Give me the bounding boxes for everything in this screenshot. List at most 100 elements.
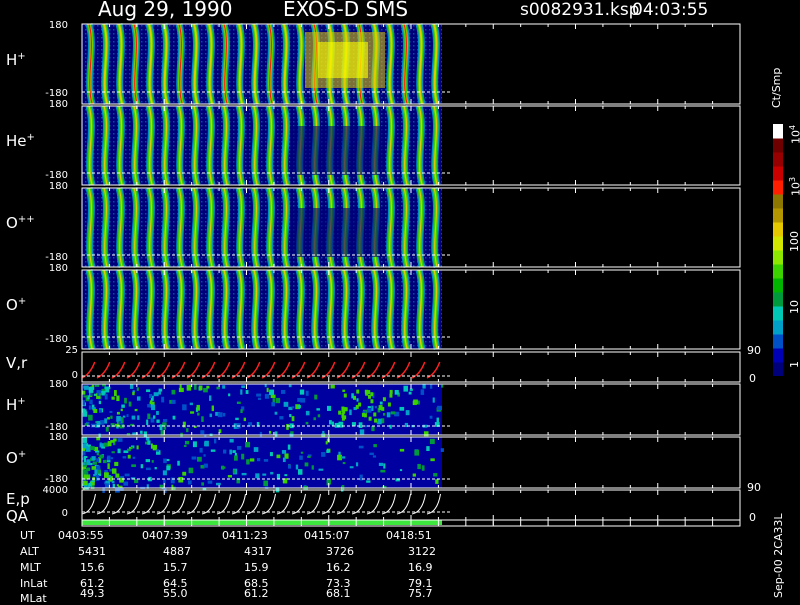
count-cell (378, 462, 384, 466)
tick-p7-top: 180 (48, 432, 68, 443)
count-cell (262, 473, 267, 476)
count-cell (111, 480, 115, 484)
count-cell (216, 386, 220, 390)
energy-trace (126, 493, 141, 515)
count-cell (426, 446, 430, 451)
count-cell (151, 460, 154, 463)
count-cell (297, 397, 303, 402)
count-cell (182, 471, 187, 476)
count-cell (105, 483, 109, 488)
count-cell (287, 444, 291, 450)
count-cell (82, 462, 85, 465)
colorbar-swatch (773, 236, 783, 251)
count-cell (194, 384, 197, 390)
count-cell (314, 394, 318, 400)
tick-p3-bot: -180 (45, 252, 68, 263)
count-cell (203, 463, 208, 468)
count-cell (199, 447, 203, 453)
count-cell (274, 411, 278, 415)
panel-label-qa: QA (6, 507, 29, 525)
count-cell (236, 401, 241, 404)
count-cell (129, 384, 134, 389)
count-cell (110, 457, 114, 460)
count-cell (107, 455, 111, 461)
count-cell (179, 384, 182, 389)
count-cell (203, 388, 208, 393)
count-cell (257, 397, 261, 400)
count-cell (399, 469, 403, 472)
count-cell (325, 441, 328, 445)
ephem-mlt-3: 16.2 (326, 561, 351, 574)
colorbar-label-10: 10 (788, 300, 800, 314)
title-file: s0082931.ksp (520, 0, 640, 20)
count-cell (170, 477, 175, 484)
energy-trace (141, 493, 156, 515)
count-cell (394, 389, 399, 395)
count-cell (349, 466, 354, 469)
ephem-ut-1: 0407:39 (142, 529, 188, 542)
tick-p8-top: 4000 (42, 485, 68, 496)
count-cell (110, 423, 115, 428)
count-cell (111, 468, 117, 474)
count-cell (263, 459, 269, 462)
count-cell (128, 401, 132, 407)
count-cell (116, 411, 120, 415)
count-cell (156, 410, 159, 415)
panel-label-ep: E,p (6, 490, 30, 508)
count-cell (116, 395, 120, 402)
count-cell (249, 458, 255, 462)
count-cell (389, 389, 393, 394)
count-cell (295, 464, 299, 470)
count-cell (134, 479, 139, 484)
count-cell (222, 412, 226, 417)
count-cell (313, 417, 316, 421)
count-cell (237, 445, 242, 450)
count-cell (232, 469, 236, 474)
count-cell (369, 452, 374, 456)
count-cell (216, 482, 221, 486)
ephem-alt-name: ALT (20, 545, 39, 558)
count-cell (94, 469, 98, 476)
count-cell (163, 458, 167, 464)
count-cell (356, 389, 360, 394)
count-cell (147, 440, 151, 445)
ephem-mlat-1: 55.0 (163, 587, 188, 600)
count-cell (366, 408, 372, 413)
ephem-ut-4: 0418:51 (386, 529, 432, 542)
count-cell (140, 430, 143, 434)
ephem-mlt-1: 15.7 (163, 561, 188, 574)
energy-trace (381, 493, 396, 515)
ephem-ut-3: 0415:07 (304, 529, 350, 542)
count-cell (166, 465, 171, 471)
count-cell (366, 480, 371, 483)
count-cell (96, 453, 100, 456)
panel-label-o-plus: O+ (6, 296, 27, 314)
count-cell (127, 454, 131, 459)
count-cell (86, 459, 91, 466)
colorbar-label-1e4: 104 (788, 124, 800, 144)
count-cell (124, 397, 127, 404)
count-cell (162, 418, 168, 423)
count-cell (371, 425, 375, 432)
count-cell (197, 412, 200, 416)
count-cell (159, 424, 163, 431)
count-cell (433, 473, 438, 477)
count-cell (429, 384, 433, 389)
count-cell (342, 409, 346, 414)
count-cell (243, 417, 247, 422)
count-cell (353, 395, 357, 400)
count-cell (82, 443, 87, 449)
count-cell (122, 456, 127, 459)
count-cell (109, 410, 113, 413)
count-cell (245, 441, 251, 448)
count-cell (326, 449, 330, 453)
ephem-mlat-3: 68.1 (326, 587, 351, 600)
count-cell (190, 411, 195, 414)
count-cell (88, 405, 91, 410)
count-cell (178, 476, 184, 483)
count-cell (188, 467, 194, 474)
count-cell (213, 438, 217, 444)
count-cell (269, 389, 275, 395)
count-cell (209, 413, 212, 418)
energy-trace (351, 493, 366, 515)
